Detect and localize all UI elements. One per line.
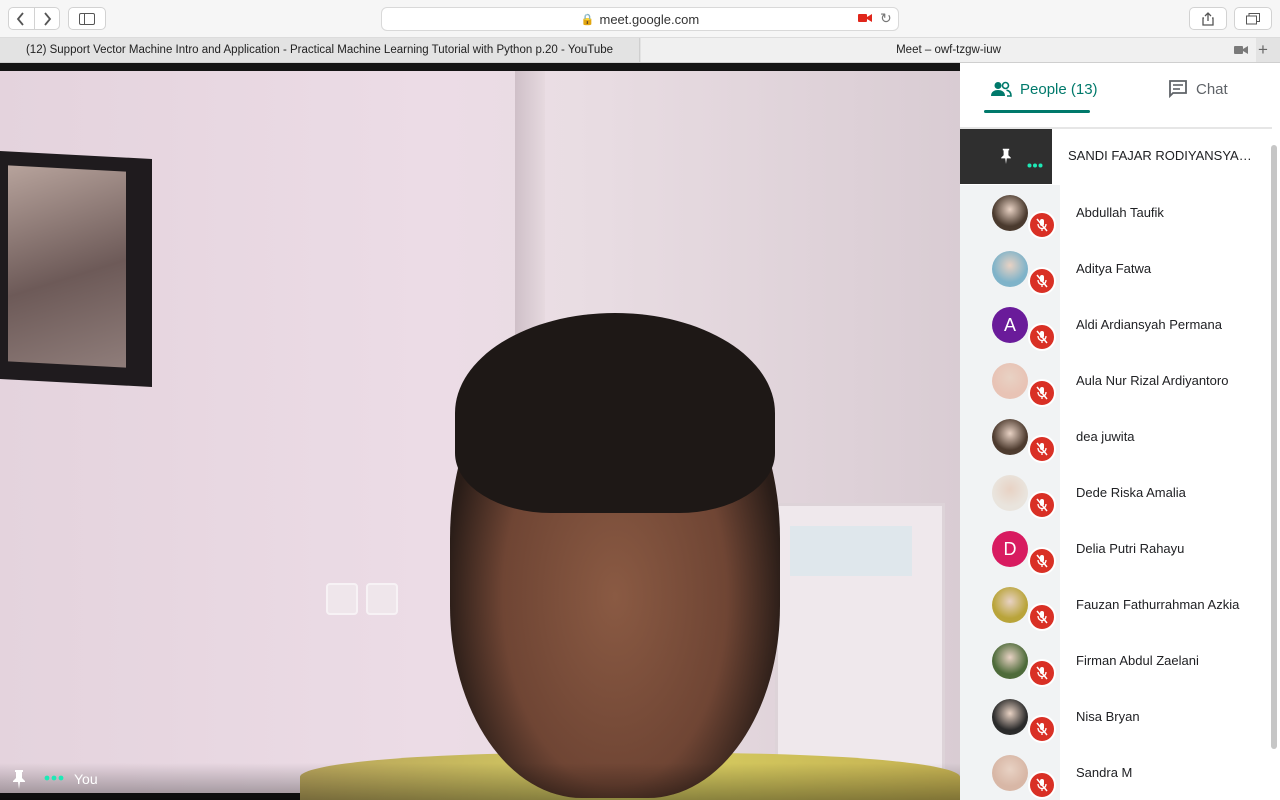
participant-row[interactable]: Aditya Fatwa (960, 241, 1272, 297)
tab-bar: (12) Support Vector Machine Intro and Ap… (0, 38, 1280, 63)
mic-muted-icon (1028, 323, 1056, 351)
mic-muted-icon (1028, 491, 1056, 519)
participant-name: Delia Putri Rahayu (1076, 541, 1185, 556)
video-door (775, 503, 945, 793)
mic-muted-icon (1028, 659, 1056, 687)
show-tabs-button[interactable] (1234, 7, 1272, 30)
pinned-thumbnail (960, 129, 1052, 184)
pinned-participant-name: SANDI FAJAR RODIYANSYAH (... (1068, 148, 1260, 163)
avatar: A (992, 307, 1028, 343)
participant-name: dea juwita (1076, 429, 1135, 444)
mic-muted-icon (1028, 211, 1056, 239)
video-light-switch (326, 583, 358, 615)
new-tab-button[interactable]: + (1258, 40, 1268, 60)
avatar (992, 755, 1028, 791)
avatar (992, 251, 1028, 287)
tab-chat[interactable]: Chat (1168, 63, 1228, 115)
participant-row[interactable]: Fauzan Fathurrahman Azkia (960, 577, 1272, 633)
participant-row[interactable]: dea juwita (960, 409, 1272, 465)
avatar (992, 419, 1028, 455)
mic-muted-icon (1028, 715, 1056, 743)
participant-name: Aldi Ardiansyah Permana (1076, 317, 1222, 332)
mic-muted-icon (1028, 603, 1056, 631)
sidebar-icon (79, 12, 95, 25)
pinned-participant[interactable]: SANDI FAJAR RODIYANSYAH (... (960, 129, 1272, 184)
share-button[interactable] (1189, 7, 1227, 30)
tabs-overview-icon (1246, 12, 1260, 24)
participant-row[interactable]: D Delia Putri Rahayu (960, 521, 1272, 577)
participant-name: Sandra M (1076, 765, 1133, 780)
participant-row[interactable]: Dede Riska Amalia (960, 465, 1272, 521)
participant-name: Aditya Fatwa (1076, 261, 1152, 276)
participant-row[interactable]: Aula Nur Rizal Ardiyantoro (960, 353, 1272, 409)
participant-row[interactable]: A Aldi Ardiansyah Permana (960, 297, 1272, 353)
panel-tabs: People (13) Chat (960, 63, 1280, 115)
mic-muted-icon (1028, 267, 1056, 295)
tab-people-label: People (13) (1020, 80, 1098, 98)
back-button[interactable] (9, 8, 34, 29)
mic-muted-icon (1028, 435, 1056, 463)
lock-icon: 🔒 (580, 13, 595, 26)
avatar (992, 643, 1028, 679)
tab-meet[interactable]: Meet – owf-tzgw-iuw (641, 38, 1256, 62)
participant-name: Fauzan Fathurrahman Azkia (1076, 597, 1240, 612)
participant-name: Aula Nur Rizal Ardiyantoro (1076, 373, 1229, 388)
tab-youtube[interactable]: (12) Support Vector Machine Intro and Ap… (0, 38, 640, 62)
avatar (992, 195, 1028, 231)
reload-icon[interactable]: ↻ (880, 10, 892, 27)
chevron-left-icon (17, 11, 24, 26)
share-icon (1202, 11, 1214, 26)
avatar (992, 475, 1028, 511)
participant-row[interactable]: Sandra M (960, 745, 1272, 800)
mic-muted-icon (1028, 547, 1056, 575)
mic-muted-icon (1028, 379, 1056, 407)
participant-row[interactable]: Firman Abdul Zaelani (960, 633, 1272, 689)
tab-camera-icon (1234, 46, 1248, 54)
participant-row[interactable]: Abdullah Taufik (960, 185, 1272, 241)
participant-name: Abdullah Taufik (1076, 205, 1164, 220)
sidebar-toggle-button[interactable] (68, 7, 106, 30)
participant-name: Firman Abdul Zaelani (1076, 653, 1199, 668)
tab-people[interactable]: People (13) (990, 63, 1098, 115)
address-bar[interactable]: 🔒 meet.google.com (381, 7, 899, 31)
avatar (992, 587, 1028, 623)
avatar: D (992, 531, 1028, 567)
chat-icon (1168, 80, 1188, 98)
audio-level-icon (1027, 163, 1043, 168)
mic-muted-icon (1028, 771, 1056, 799)
url-text: meet.google.com (599, 11, 700, 27)
forward-button[interactable] (33, 8, 60, 29)
video-footer (0, 763, 960, 800)
people-panel: People (13) Chat SANDI FAJAR RODIYANSYAH… (960, 63, 1280, 800)
participant-name: Nisa Bryan (1076, 709, 1140, 724)
tab-chat-label: Chat (1196, 80, 1228, 98)
video-light-switch (366, 583, 398, 615)
pin-icon[interactable] (12, 769, 26, 789)
camera-recording-icon[interactable] (858, 12, 872, 24)
participant-row[interactable]: Nisa Bryan (960, 689, 1272, 745)
pin-icon[interactable] (1000, 148, 1012, 164)
self-video-label: You (74, 771, 98, 787)
participant-name: Dede Riska Amalia (1076, 485, 1186, 500)
audio-level-icon (44, 775, 64, 781)
avatar (992, 363, 1028, 399)
people-icon (990, 81, 1012, 97)
video-picture-frame (0, 151, 152, 387)
main-video: You (0, 63, 960, 800)
chevron-right-icon (44, 11, 51, 26)
active-tab-indicator (984, 110, 1090, 113)
video-person-hair (455, 313, 775, 513)
browser-toolbar: 🔒 meet.google.com ↻ (0, 0, 1280, 38)
nav-buttons (8, 7, 60, 30)
avatar (992, 699, 1028, 735)
participant-list: Abdullah Taufik Aditya Fatwa A Aldi Ardians… (960, 185, 1272, 800)
